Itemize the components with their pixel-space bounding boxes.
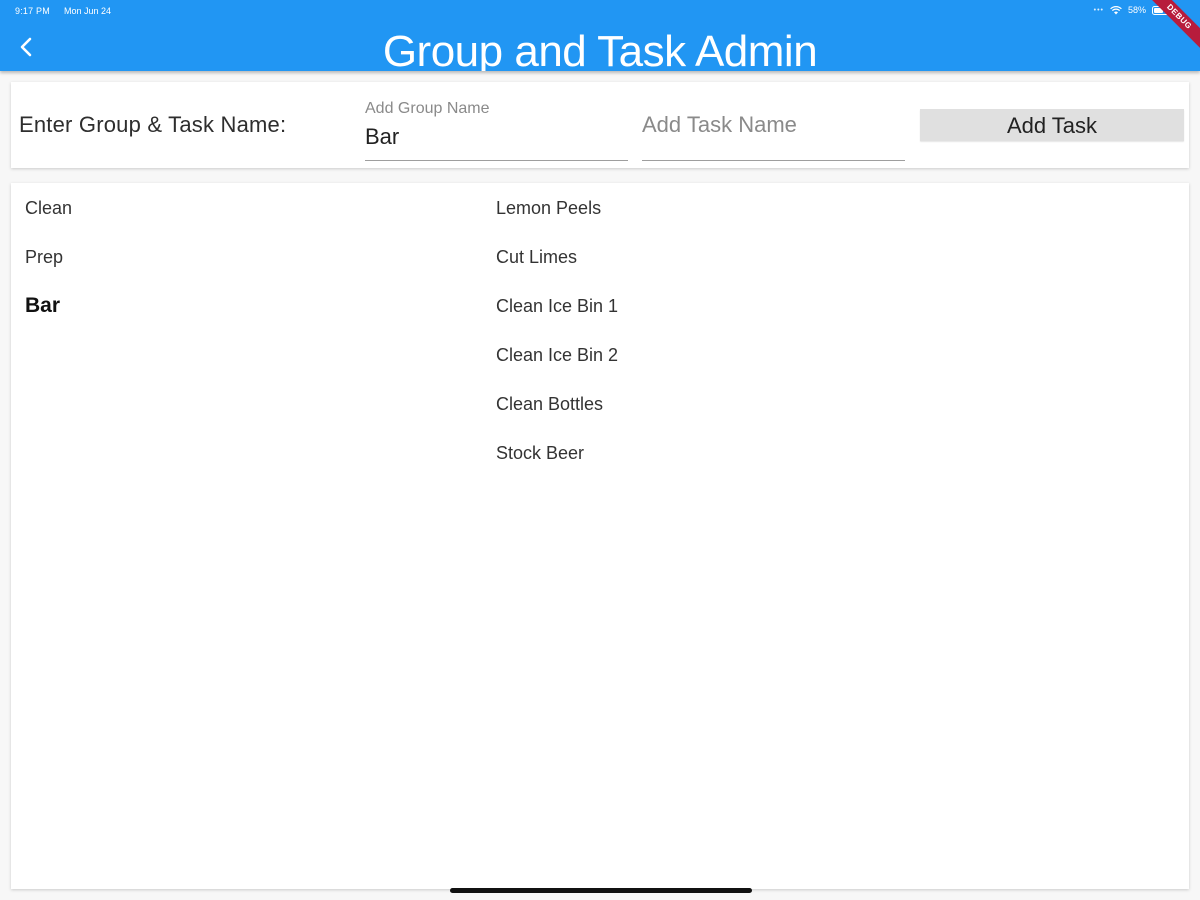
group-name-field[interactable]: Add Group Name Bar: [365, 100, 628, 161]
add-task-form: Enter Group & Task Name: Add Group Name …: [11, 82, 1189, 168]
task-item[interactable]: Stock Beer: [496, 441, 936, 490]
task-item[interactable]: Clean Ice Bin 1: [496, 294, 936, 343]
group-name-value[interactable]: Bar: [365, 124, 399, 150]
status-time: 9:17 PM: [15, 6, 50, 16]
add-task-button[interactable]: Add Task: [920, 109, 1184, 141]
wifi-icon: [1110, 5, 1122, 15]
battery-percent: 58%: [1127, 5, 1146, 15]
task-item[interactable]: Cut Limes: [496, 245, 936, 294]
task-name-field[interactable]: Add Task Name: [642, 100, 905, 161]
app-bar: 9:17 PM Mon Jun 24 ••• 58% DEBUG Group a…: [0, 0, 1200, 71]
task-name-placeholder[interactable]: Add Task Name: [642, 112, 797, 138]
task-list: Lemon Peels Cut Limes Clean Ice Bin 1 Cl…: [496, 196, 936, 490]
home-indicator[interactable]: [450, 888, 752, 893]
task-item[interactable]: Lemon Peels: [496, 196, 936, 245]
form-label: Enter Group & Task Name:: [19, 112, 287, 137]
page-title: Group and Task Admin: [382, 27, 818, 71]
group-task-panel: Clean Prep Bar Lemon Peels Cut Limes Cle…: [11, 183, 1189, 889]
task-item[interactable]: Clean Bottles: [496, 392, 936, 441]
group-item-bar[interactable]: Bar: [25, 294, 465, 343]
task-item[interactable]: Clean Ice Bin 2: [496, 343, 936, 392]
screen: 9:17 PM Mon Jun 24 ••• 58% DEBUG Group a…: [0, 0, 1200, 900]
group-name-label: Add Group Name: [365, 100, 490, 117]
status-dots: •••: [1093, 6, 1104, 14]
group-item-prep[interactable]: Prep: [25, 245, 465, 294]
group-item-clean[interactable]: Clean: [25, 196, 465, 245]
status-date: Mon Jun 24: [64, 6, 112, 16]
group-list: Clean Prep Bar: [25, 196, 465, 343]
